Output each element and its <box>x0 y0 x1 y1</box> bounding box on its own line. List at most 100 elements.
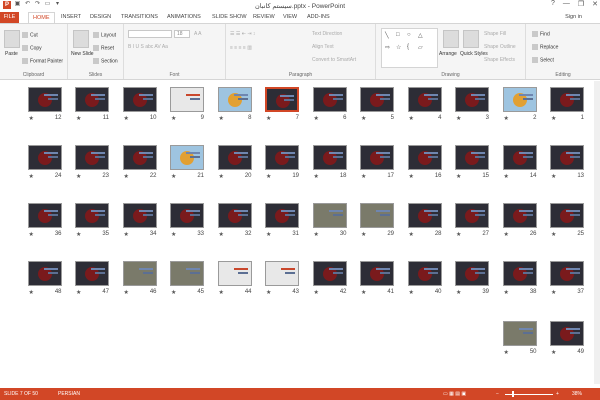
transition-star-icon[interactable]: ★ <box>361 173 366 180</box>
slide-thumbnail[interactable] <box>360 87 394 112</box>
slide-thumbnail[interactable] <box>75 145 109 170</box>
transition-star-icon[interactable]: ★ <box>409 173 414 180</box>
paste-button[interactable]: Paste <box>5 51 18 57</box>
slide-thumbnail[interactable] <box>455 87 489 112</box>
slide-thumbnail[interactable] <box>360 203 394 228</box>
shape-outline-button[interactable]: Shape Outline <box>484 44 516 50</box>
slide-thumbnail[interactable] <box>75 203 109 228</box>
transition-star-icon[interactable]: ★ <box>314 231 319 238</box>
transition-star-icon[interactable]: ★ <box>29 289 34 296</box>
slide-thumbnail[interactable] <box>455 145 489 170</box>
transition-star-icon[interactable]: ★ <box>219 173 224 180</box>
sign-in-link[interactable]: Sign in <box>565 14 582 20</box>
transition-star-icon[interactable]: ★ <box>504 349 509 356</box>
slide-thumbnail[interactable] <box>122 203 157 228</box>
transition-star-icon[interactable]: ★ <box>409 115 414 122</box>
transition-star-icon[interactable]: ★ <box>171 173 176 180</box>
slide-thumbnail[interactable] <box>312 87 347 112</box>
transition-star-icon[interactable]: ★ <box>124 173 129 180</box>
tab-animations[interactable]: ANIMATIONS <box>163 12 205 23</box>
help-icon[interactable]: ? <box>551 0 555 8</box>
close-icon[interactable]: ✕ <box>592 0 598 8</box>
align-buttons[interactable]: ≡ ≡ ≡ ≡ ▥ <box>230 45 252 51</box>
replace-button[interactable]: Replace <box>532 44 558 50</box>
slide-thumbnail[interactable] <box>550 261 584 286</box>
font-size-combo[interactable]: 18 <box>174 30 190 38</box>
transition-star-icon[interactable]: ★ <box>314 289 319 296</box>
slide-thumbnail[interactable] <box>217 261 252 286</box>
paste-icon[interactable] <box>4 30 20 48</box>
slide-thumbnail[interactable] <box>550 321 584 346</box>
slide-thumbnail[interactable] <box>122 145 157 170</box>
rectangle-shape-icon[interactable]: □ <box>396 32 400 38</box>
transition-star-icon[interactable]: ★ <box>361 289 366 296</box>
transition-star-icon[interactable]: ★ <box>551 173 556 180</box>
transition-star-icon[interactable]: ★ <box>124 289 129 296</box>
slide-thumbnail[interactable] <box>502 145 537 170</box>
copy-button[interactable]: Copy <box>22 45 42 51</box>
arrange-button[interactable]: Arrange <box>439 51 457 57</box>
transition-star-icon[interactable]: ★ <box>551 289 556 296</box>
transition-star-icon[interactable]: ★ <box>219 115 224 122</box>
tab-review[interactable]: REVIEW <box>249 12 279 23</box>
zoom-out-icon[interactable]: − <box>496 391 499 397</box>
shape-effects-button[interactable]: Shape Effects <box>484 57 515 63</box>
brace-shape-icon[interactable]: { <box>407 44 409 50</box>
transition-star-icon[interactable]: ★ <box>171 115 176 122</box>
cut-button[interactable]: Cut <box>22 32 38 38</box>
slide-thumbnail[interactable] <box>170 87 204 112</box>
slide-thumbnail[interactable] <box>502 261 537 286</box>
transition-star-icon[interactable]: ★ <box>504 289 509 296</box>
callout-shape-icon[interactable]: ▱ <box>418 44 423 51</box>
reset-button[interactable]: Reset <box>93 45 114 51</box>
text-direction-button[interactable]: Text Direction <box>312 31 342 37</box>
transition-star-icon[interactable]: ★ <box>29 115 34 122</box>
slide-thumbnail[interactable] <box>407 261 442 286</box>
font-name-combo[interactable] <box>128 30 172 38</box>
arrange-icon[interactable] <box>443 30 459 48</box>
transition-star-icon[interactable]: ★ <box>456 115 461 122</box>
slide-thumbnail[interactable] <box>27 145 62 170</box>
zoom-level[interactable]: 38% <box>572 391 582 397</box>
transition-star-icon[interactable]: ★ <box>266 231 271 238</box>
language-status[interactable]: PERSIAN <box>58 391 80 397</box>
oval-shape-icon[interactable]: ○ <box>407 32 411 38</box>
transition-star-icon[interactable]: ★ <box>171 289 176 296</box>
transition-star-icon[interactable]: ★ <box>124 231 129 238</box>
line-shape-icon[interactable]: ╲ <box>385 32 389 39</box>
slide-thumbnail[interactable] <box>75 261 109 286</box>
new-slide-button[interactable]: New Slide <box>71 51 94 57</box>
slide-thumbnail[interactable] <box>27 203 62 228</box>
slide-thumbnail[interactable] <box>550 203 584 228</box>
slide-thumbnail[interactable] <box>312 145 347 170</box>
transition-star-icon[interactable]: ★ <box>219 231 224 238</box>
slide-thumbnail[interactable] <box>27 261 62 286</box>
transition-star-icon[interactable]: ★ <box>456 289 461 296</box>
transition-star-icon[interactable]: ★ <box>171 231 176 238</box>
convert-smartart-button[interactable]: Convert to SmartArt <box>312 57 356 63</box>
slide-thumbnail[interactable] <box>217 203 252 228</box>
transition-star-icon[interactable]: ★ <box>504 173 509 180</box>
minimize-icon[interactable]: — <box>563 0 570 8</box>
new-slide-icon[interactable] <box>73 30 89 48</box>
tab-add-ins[interactable]: ADD-INS <box>303 12 334 23</box>
arrow-shape-icon[interactable]: ⇨ <box>385 44 390 51</box>
slide-thumbnail[interactable] <box>75 87 109 112</box>
tab-slide-show[interactable]: SLIDE SHOW <box>208 12 251 23</box>
font-style-buttons[interactable]: B I U S abc AV Aa <box>128 44 168 50</box>
slide-thumbnail[interactable] <box>265 261 299 286</box>
layout-button[interactable]: Layout <box>93 32 116 38</box>
tab-insert[interactable]: INSERT <box>57 12 85 23</box>
slide-thumbnail[interactable] <box>217 145 252 170</box>
slide-thumbnail[interactable] <box>407 203 442 228</box>
transition-star-icon[interactable]: ★ <box>29 231 34 238</box>
align-text-button[interactable]: Align Text <box>312 44 334 50</box>
transition-star-icon[interactable]: ★ <box>266 173 271 180</box>
transition-star-icon[interactable]: ★ <box>219 289 224 296</box>
slide-thumbnail[interactable] <box>265 203 299 228</box>
slide-thumbnail[interactable] <box>312 261 347 286</box>
slide-thumbnail[interactable] <box>550 145 584 170</box>
zoom-in-icon[interactable]: + <box>556 391 559 397</box>
view-buttons[interactable]: ▭ ▦ ▤ ▣ <box>443 391 466 397</box>
star-shape-icon[interactable]: ☆ <box>396 44 401 51</box>
